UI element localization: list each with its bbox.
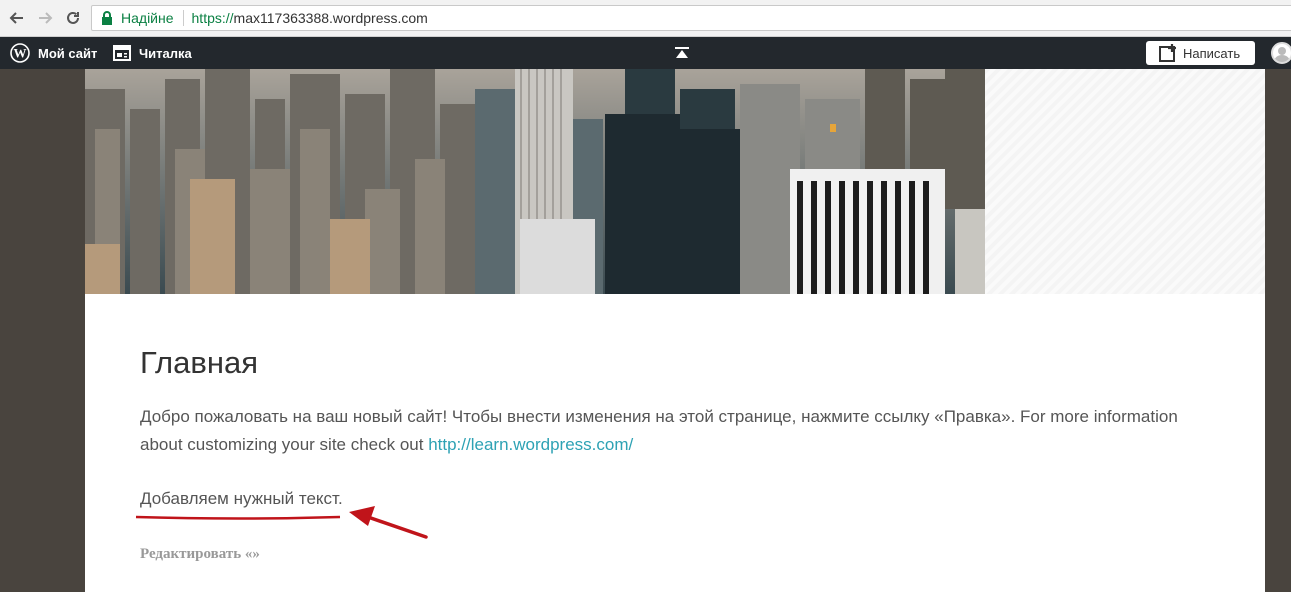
new-post-icon bbox=[1159, 44, 1176, 62]
back-button[interactable] bbox=[6, 7, 28, 29]
forward-button[interactable] bbox=[34, 7, 56, 29]
added-text: Добавляем нужный текст. bbox=[140, 489, 343, 508]
edit-link[interactable]: Редактировать «» bbox=[140, 546, 260, 563]
reload-icon bbox=[67, 11, 79, 24]
reader-button[interactable]: Читалка bbox=[113, 37, 192, 69]
write-label: Написать bbox=[1183, 45, 1241, 61]
back-arrow-icon bbox=[9, 12, 23, 24]
reload-button[interactable] bbox=[62, 7, 84, 29]
reader-icon bbox=[113, 45, 131, 61]
url-scheme: https:// bbox=[191, 10, 234, 26]
my-site-button[interactable]: W Мой сайт bbox=[10, 37, 97, 69]
lock-icon bbox=[101, 11, 115, 25]
reader-label: Читалка bbox=[139, 45, 192, 61]
wp-admin-bar: W Мой сайт Читалка bbox=[0, 37, 1291, 69]
user-icon bbox=[1274, 47, 1290, 62]
avatar[interactable] bbox=[1271, 42, 1291, 64]
omnibox-separator bbox=[182, 10, 184, 26]
learn-wordpress-link[interactable]: http://learn.wordpress.com/ bbox=[428, 435, 633, 454]
svg-text:W: W bbox=[14, 46, 27, 61]
collapse-bar-button[interactable] bbox=[674, 37, 698, 69]
wordpress-logo-icon: W bbox=[10, 43, 30, 63]
url-text: https://max117363388.wordpress.com bbox=[192, 10, 428, 26]
intro-paragraph: Добро пожаловать на ваш новый сайт! Чтоб… bbox=[140, 403, 1210, 459]
write-button[interactable]: Написать bbox=[1146, 41, 1255, 65]
collapse-up-icon bbox=[675, 47, 689, 58]
page-title: Главная bbox=[140, 345, 258, 380]
intro-text: Добро пожаловать на ваш новый сайт! Чтоб… bbox=[140, 407, 1178, 454]
address-bar[interactable]: Надійне https://max117363388.wordpress.c… bbox=[91, 5, 1291, 31]
page-content: Главная Добро пожаловать на ваш новый са… bbox=[85, 69, 1265, 592]
secure-label: Надійне bbox=[121, 10, 174, 26]
header-city-image bbox=[85, 69, 985, 294]
url-host: max117363388.wordpress.com bbox=[233, 10, 428, 26]
my-site-label: Мой сайт bbox=[38, 45, 98, 61]
header-stripes bbox=[985, 69, 1265, 294]
browser-toolbar: Надійне https://max117363388.wordpress.c… bbox=[0, 0, 1291, 37]
forward-arrow-icon bbox=[39, 12, 53, 24]
